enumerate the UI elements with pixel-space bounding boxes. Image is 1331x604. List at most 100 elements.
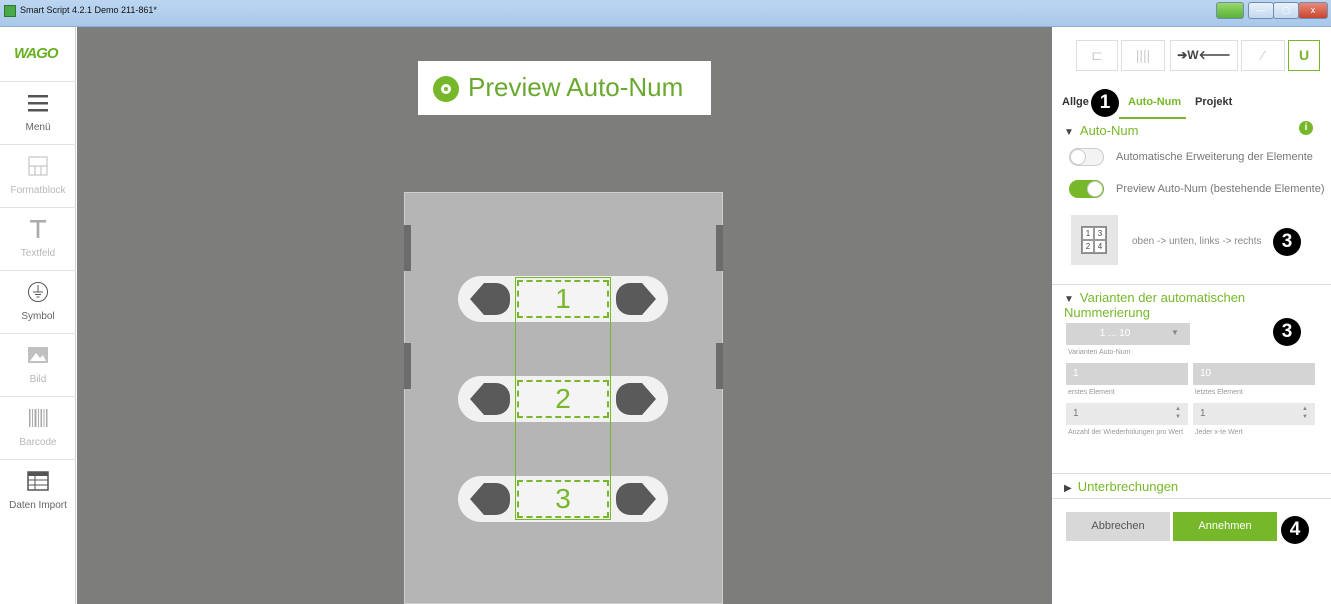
- preview-autonum-label: Preview Auto-Num (bestehende Elemente): [1116, 183, 1325, 195]
- arrow-right-icon: [616, 283, 656, 315]
- magic-wand-button[interactable]: ⁄: [1241, 40, 1285, 71]
- magnet-icon: U: [1298, 47, 1310, 63]
- last-element-label: letztes Element: [1195, 389, 1243, 396]
- divider: [1052, 284, 1331, 285]
- repeat-count-stepper[interactable]: 1 ▲ ▼: [1066, 403, 1188, 425]
- preview-banner: Preview Auto-Num: [418, 61, 711, 115]
- last-element-field[interactable]: 10: [1193, 363, 1315, 385]
- minimize-button[interactable]: —: [1248, 2, 1274, 19]
- tool-textfield[interactable]: Textfeld: [0, 207, 76, 271]
- window-extra-button[interactable]: [1216, 2, 1244, 19]
- auto-extend-label: Automatische Erweiterung der Elemente: [1116, 151, 1313, 163]
- tool-barcode[interactable]: Barcode: [0, 396, 76, 460]
- order-cell: 4: [1094, 240, 1106, 253]
- card-side-tab: [404, 343, 411, 389]
- apply-button[interactable]: Annehmen: [1173, 512, 1277, 541]
- callout-badge: 3: [1273, 318, 1301, 346]
- section-title: Unterbrechungen: [1077, 479, 1179, 494]
- tool-formatblock[interactable]: Formatblock: [0, 144, 76, 208]
- columns-button[interactable]: ||||: [1121, 40, 1165, 71]
- nth-value-label: Jeder x-te Wert: [1195, 429, 1243, 436]
- tab-project[interactable]: Projekt: [1195, 96, 1232, 108]
- numbering-order-button[interactable]: 1 3 2 4: [1071, 215, 1118, 265]
- variant-select-label: Varianten Auto-Num: [1068, 349, 1131, 356]
- card-side-tab: [404, 225, 411, 271]
- arrow-right-icon: [616, 483, 656, 515]
- section-interruptions-header[interactable]: ▶ Unterbrechungen: [1064, 479, 1178, 494]
- callout-badge: 1: [1091, 89, 1119, 117]
- tool-label: Symbol: [21, 311, 55, 322]
- nth-value-stepper[interactable]: 1 ▲ ▼: [1193, 403, 1315, 425]
- variant-select[interactable]: 1 ... 10: [1066, 323, 1164, 345]
- arrow-right-icon: [616, 383, 656, 415]
- auto-extend-toggle[interactable]: [1069, 148, 1104, 166]
- tool-label: Menü: [25, 122, 51, 133]
- columns-icon: ||||: [1135, 47, 1151, 63]
- tool-label: Bild: [29, 374, 47, 385]
- repeat-count-label: Anzahl der Wiederholungen pro Wert: [1068, 429, 1184, 436]
- tool-menu[interactable]: Menü: [0, 81, 76, 145]
- app-window: Smart Script 4.2.1 Demo 211-861* — ▢ x W…: [0, 0, 1331, 604]
- tab-autonum[interactable]: Auto-Num: [1128, 96, 1181, 108]
- magic-wand-icon: ⁄: [1261, 47, 1265, 63]
- marker-cell[interactable]: 2: [517, 380, 609, 418]
- tool-image[interactable]: Bild: [0, 333, 76, 397]
- callout-badge: 3: [1273, 228, 1301, 256]
- callout-badge: 4: [1281, 516, 1309, 544]
- toggle-knob: [1087, 181, 1103, 197]
- stepper-value: 1: [1073, 408, 1079, 419]
- window-title: Smart Script 4.2.1 Demo 211-861*: [20, 5, 157, 15]
- maximize-button[interactable]: ▢: [1273, 2, 1299, 19]
- divider: [1052, 473, 1331, 474]
- eye-icon: [433, 76, 459, 102]
- order-cell: 3: [1094, 227, 1106, 240]
- toggle-knob: [1070, 149, 1086, 165]
- arrow-left-icon: [470, 283, 510, 315]
- marker-cell[interactable]: 1: [517, 280, 609, 318]
- ground-symbol-icon: [28, 282, 48, 302]
- lock-button[interactable]: ⊏: [1076, 40, 1118, 71]
- order-cell: 2: [1082, 240, 1094, 253]
- tool-data-import[interactable]: Daten Import: [0, 459, 76, 523]
- stepper-arrows-icon[interactable]: ▲ ▼: [1175, 405, 1181, 421]
- first-element-field[interactable]: 1: [1066, 363, 1188, 385]
- active-tab-indicator: [1119, 117, 1186, 119]
- card-side-tab: [716, 225, 723, 271]
- menu-icon: [28, 95, 48, 112]
- divider: [1052, 498, 1331, 499]
- wago-fit-icon: ➔W🡐: [1177, 48, 1231, 62]
- tab-general[interactable]: Allge: [1062, 96, 1089, 108]
- magnet-button[interactable]: U: [1288, 40, 1320, 71]
- arrow-left-icon: [470, 383, 510, 415]
- section-autonum-header[interactable]: ▼ Auto-Num: [1064, 123, 1138, 138]
- section-variants-header[interactable]: ▼ Varianten der automatischen Nummerierun…: [1064, 290, 1331, 320]
- marker-cell[interactable]: 3: [517, 480, 609, 518]
- numbering-order-label: oben -> unten, links -> rechts: [1132, 236, 1262, 247]
- app-icon: [4, 5, 16, 17]
- tool-label: Barcode: [19, 437, 57, 448]
- info-icon[interactable]: i: [1299, 121, 1313, 135]
- fit-button[interactable]: ➔W🡐: [1170, 40, 1238, 71]
- stepper-arrows-icon[interactable]: ▲ ▼: [1302, 405, 1308, 421]
- left-toolbar: WAGO Menü Formatblock Textfeld Symbol Bi…: [0, 27, 76, 604]
- minimize-icon: —: [1256, 5, 1266, 15]
- card-side-tab: [716, 343, 723, 389]
- chevron-down-icon: ▼: [1064, 294, 1074, 305]
- wago-logo: WAGO: [14, 45, 58, 62]
- image-icon: [28, 347, 48, 363]
- tool-label: Daten Import: [9, 500, 67, 511]
- barcode-icon: [29, 409, 48, 427]
- tool-symbol[interactable]: Symbol: [0, 270, 76, 334]
- title-bar: Smart Script 4.2.1 Demo 211-861* — ▢ x: [0, 0, 1331, 27]
- close-button[interactable]: x: [1298, 2, 1328, 19]
- preview-autonum-toggle[interactable]: [1069, 180, 1104, 198]
- chevron-down-icon[interactable]: ▼: [1164, 323, 1190, 345]
- arrow-left-icon: [470, 483, 510, 515]
- text-icon: [30, 220, 46, 238]
- cancel-button[interactable]: Abbrechen: [1066, 512, 1170, 541]
- lock-open-icon: ⊏: [1091, 47, 1103, 63]
- grid-order-icon: 1 3 2 4: [1081, 226, 1107, 254]
- close-icon: x: [1310, 5, 1316, 15]
- stepper-value: 1: [1200, 408, 1206, 419]
- chevron-down-icon: ▼: [1064, 127, 1074, 138]
